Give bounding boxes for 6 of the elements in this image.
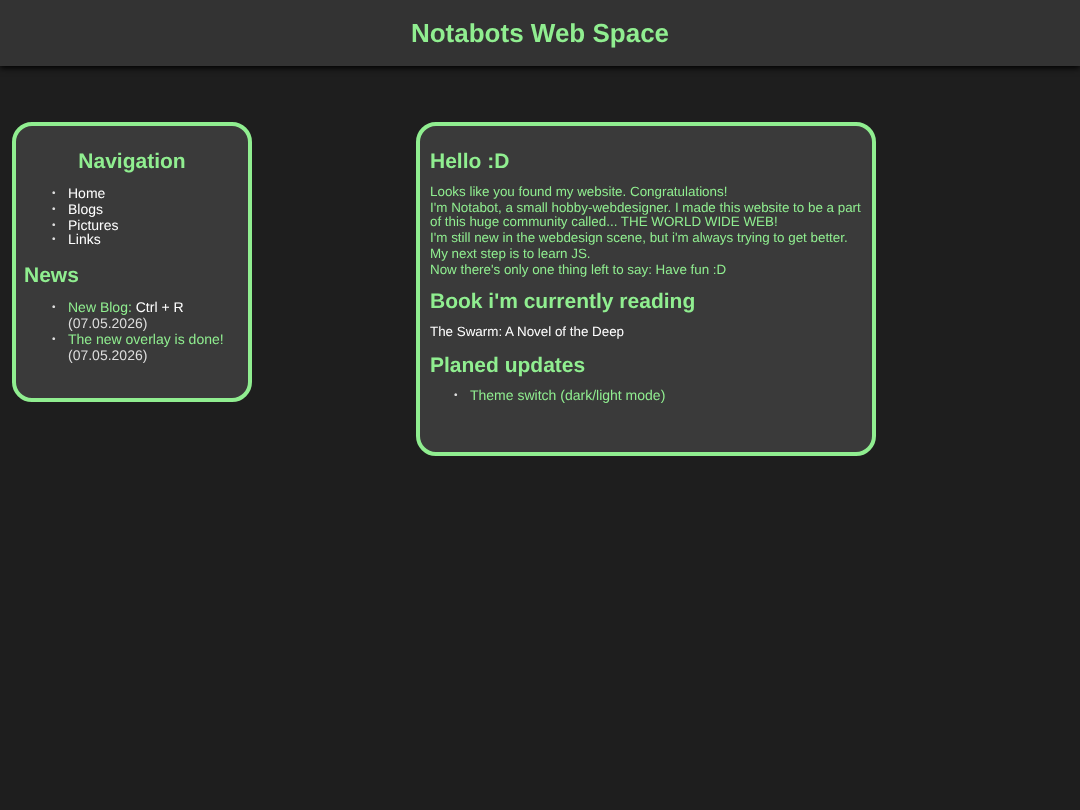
section-heading: Hello :D	[430, 150, 512, 174]
section-heading: Planed updates	[430, 353, 588, 378]
news-heading: News	[24, 264, 81, 289]
site-title: Notabots Web Space	[410, 18, 670, 48]
navigation-heading: Navigation	[76, 150, 188, 174]
section-heading: Book i'm currently reading	[430, 290, 698, 315]
